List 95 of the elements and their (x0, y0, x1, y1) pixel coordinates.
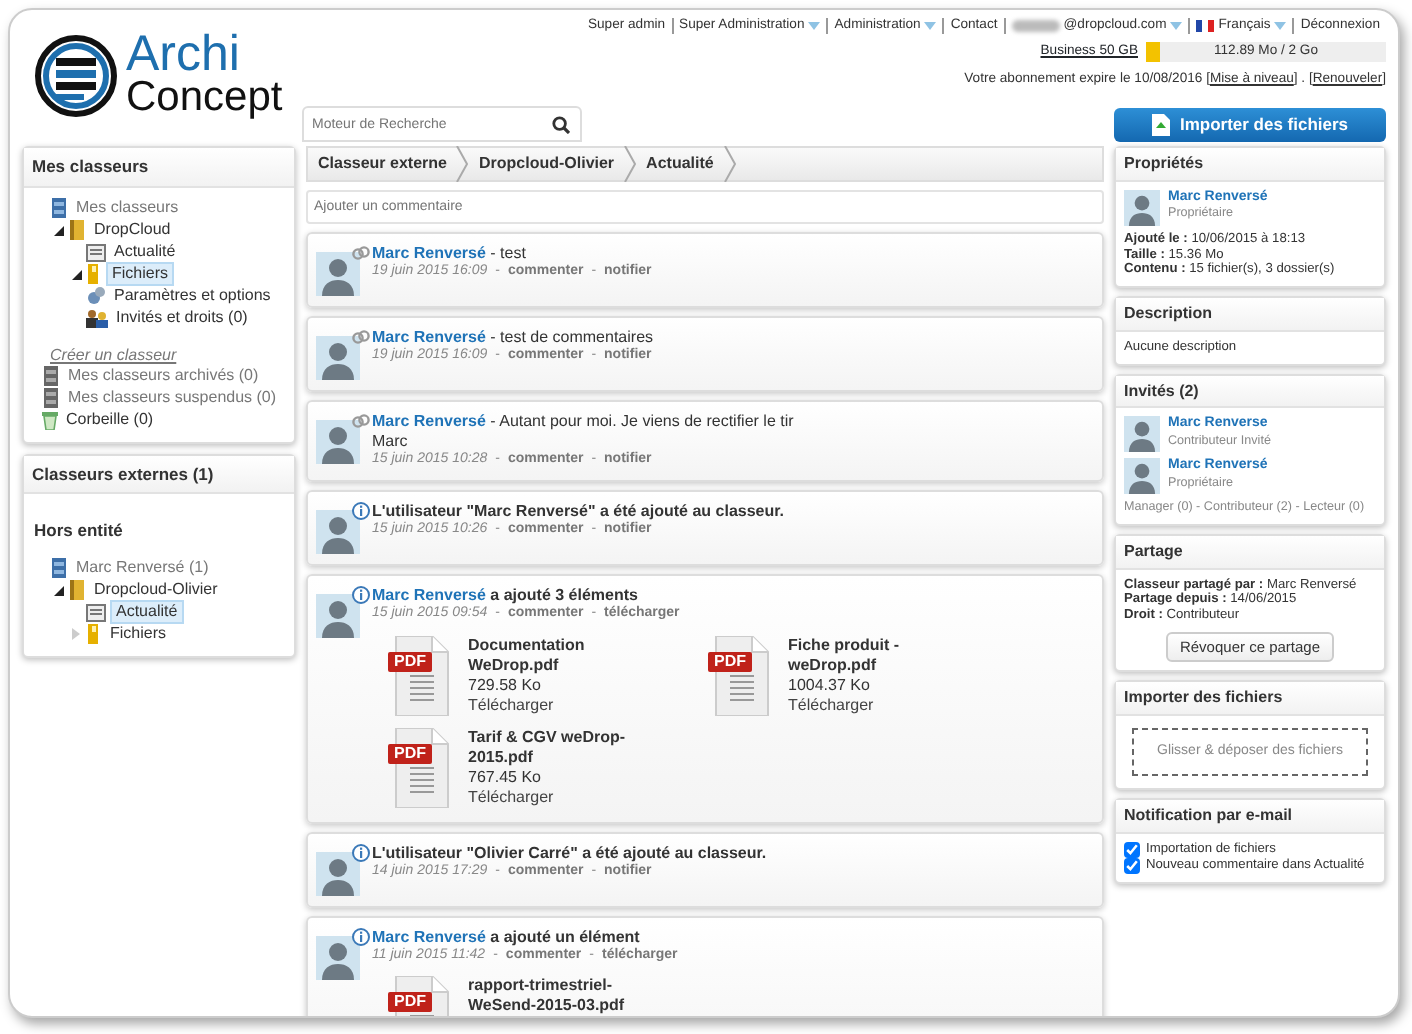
feed-message: L'utilisateur "Marc Renversé" a été ajouté au classeur. (372, 501, 785, 520)
cabinet-icon (42, 388, 60, 409)
author-link[interactable]: Marc Renversé (372, 244, 486, 262)
avatar-silhouette (316, 336, 360, 380)
link-badge-icon (352, 412, 370, 430)
people-icon (86, 309, 108, 328)
panel-title: Notification par e-mail (1116, 800, 1384, 834)
trash-icon (42, 410, 58, 431)
tree-item[interactable]: Invités et droits (0) (112, 308, 252, 329)
chevron-icon (456, 146, 469, 182)
tree-item[interactable]: Fichiers (106, 262, 175, 287)
feed-message: - Autant pour moi. Je viens de rectifier le tir (490, 412, 794, 430)
logo-text: Concept (126, 76, 283, 120)
download-link[interactable]: Télécharger (468, 787, 628, 807)
tree-item[interactable]: Marc Renversé (1) (72, 558, 213, 579)
checkbox[interactable] (1124, 841, 1140, 858)
import-button[interactable]: Importer des fichiers (1114, 108, 1386, 142)
newspaper-icon (86, 603, 106, 622)
file-type-label: PDF (388, 743, 432, 763)
sidebar-link[interactable]: Mes classeurs archivés (0) (64, 366, 263, 387)
info-badge-icon (352, 585, 370, 604)
author-link[interactable]: Marc Renversé (372, 328, 486, 346)
logo-text: Archi (126, 32, 240, 76)
file-size: 1004.37 Ko (788, 675, 872, 695)
feed-message: Marc (372, 432, 408, 450)
download-link[interactable]: Télécharger (468, 695, 628, 715)
avatar-silhouette (316, 252, 360, 296)
panel-title: Propriétés (1116, 148, 1384, 182)
binder-icon (68, 580, 86, 601)
tree-item[interactable]: Actualité (110, 600, 184, 625)
cabinet-icon (50, 198, 68, 219)
avatar-silhouette (316, 851, 360, 895)
tree-item[interactable]: Mes classeurs (72, 198, 183, 219)
avatar-silhouette (1124, 416, 1160, 453)
file-name: rapport-trimestriel-WeSend-2015-03.pdf (468, 976, 627, 1016)
link-badge-icon (352, 244, 370, 262)
breadcrumb-item[interactable]: Dropcloud-Olivier (468, 154, 625, 174)
feed-message: - test de commentaires (490, 328, 654, 346)
file-upload-icon (1151, 114, 1170, 136)
avatar-silhouette (316, 593, 360, 638)
sidebar-link[interactable]: Mes classeurs suspendus (0) (64, 388, 281, 409)
search-icon (552, 116, 570, 134)
file-type-label: PDF (708, 651, 752, 671)
create-binder-link[interactable]: Créer un classeur (50, 345, 284, 366)
flag-icon (1196, 20, 1215, 33)
redacted-mark (1011, 20, 1060, 33)
avatar-silhouette (1124, 458, 1160, 495)
panel-title: Classeurs externes (1) (24, 455, 294, 495)
avatar-silhouette (316, 420, 360, 464)
author-link[interactable]: Marc Renversé (372, 585, 486, 604)
tree-item[interactable]: Actualité (110, 242, 180, 263)
author-link[interactable]: Marc Renversé (372, 412, 486, 430)
file-type-label: PDF (388, 992, 432, 1013)
sidebar-link[interactable]: Corbeille (0) (62, 410, 158, 431)
chevron-icon (723, 146, 736, 182)
folder-icon (86, 624, 102, 645)
panel-title: Mes classeurs (24, 148, 294, 188)
file-name: Documentation WeDrop.pdf (468, 635, 587, 675)
breadcrumb-item[interactable]: Classeur externe (308, 154, 457, 174)
binder-icon (68, 220, 86, 241)
panel-title: Importer des fichiers (1116, 682, 1384, 716)
info-badge-icon (352, 927, 370, 945)
panel-title: Partage (1116, 535, 1384, 570)
info-badge-icon (352, 843, 370, 861)
file-name: Tarif & CGV weDrop-2015.pdf (468, 727, 628, 767)
tree-item[interactable]: Dropcloud-Olivier (90, 580, 222, 601)
panel-title: Invités (2) (1116, 375, 1384, 409)
tree-item[interactable]: DropCloud (90, 220, 175, 241)
feed-message: - test (490, 244, 526, 262)
group-heading: Hors entité (34, 520, 125, 542)
file-size: 767.45 Ko (468, 767, 543, 787)
feed-message: a ajouté 3 éléments (490, 585, 638, 604)
avatar-silhouette (316, 509, 360, 554)
link-badge-icon (352, 328, 370, 346)
download-link[interactable]: Télécharger (788, 695, 948, 715)
cabinet-icon (50, 558, 68, 579)
info-badge-icon (352, 501, 370, 520)
file-type-label: PDF (388, 651, 432, 671)
cabinet-icon (42, 366, 60, 387)
feed-message: L'utilisateur "Olivier Carré" a été ajouté au classeur. (372, 843, 767, 861)
breadcrumb-item[interactable]: Actualité (636, 154, 724, 174)
feed-message: a ajouté un élément (490, 927, 640, 945)
file-size: 729.58 Ko (468, 675, 543, 695)
chevron-icon (624, 146, 637, 182)
checkbox[interactable] (1124, 857, 1140, 874)
tree-item[interactable]: Paramètres et options (110, 286, 275, 307)
avatar-silhouette (1124, 189, 1160, 226)
avatar-silhouette (316, 935, 360, 979)
folder-icon (86, 264, 102, 285)
logo-icon (34, 34, 118, 118)
file-name: Fiche produit - weDrop.pdf (788, 635, 902, 675)
author-link[interactable]: Marc Renversé (372, 927, 486, 945)
panel-title: Description (1116, 298, 1384, 332)
newspaper-icon (86, 243, 106, 262)
tree-item[interactable]: Fichiers (106, 624, 171, 645)
